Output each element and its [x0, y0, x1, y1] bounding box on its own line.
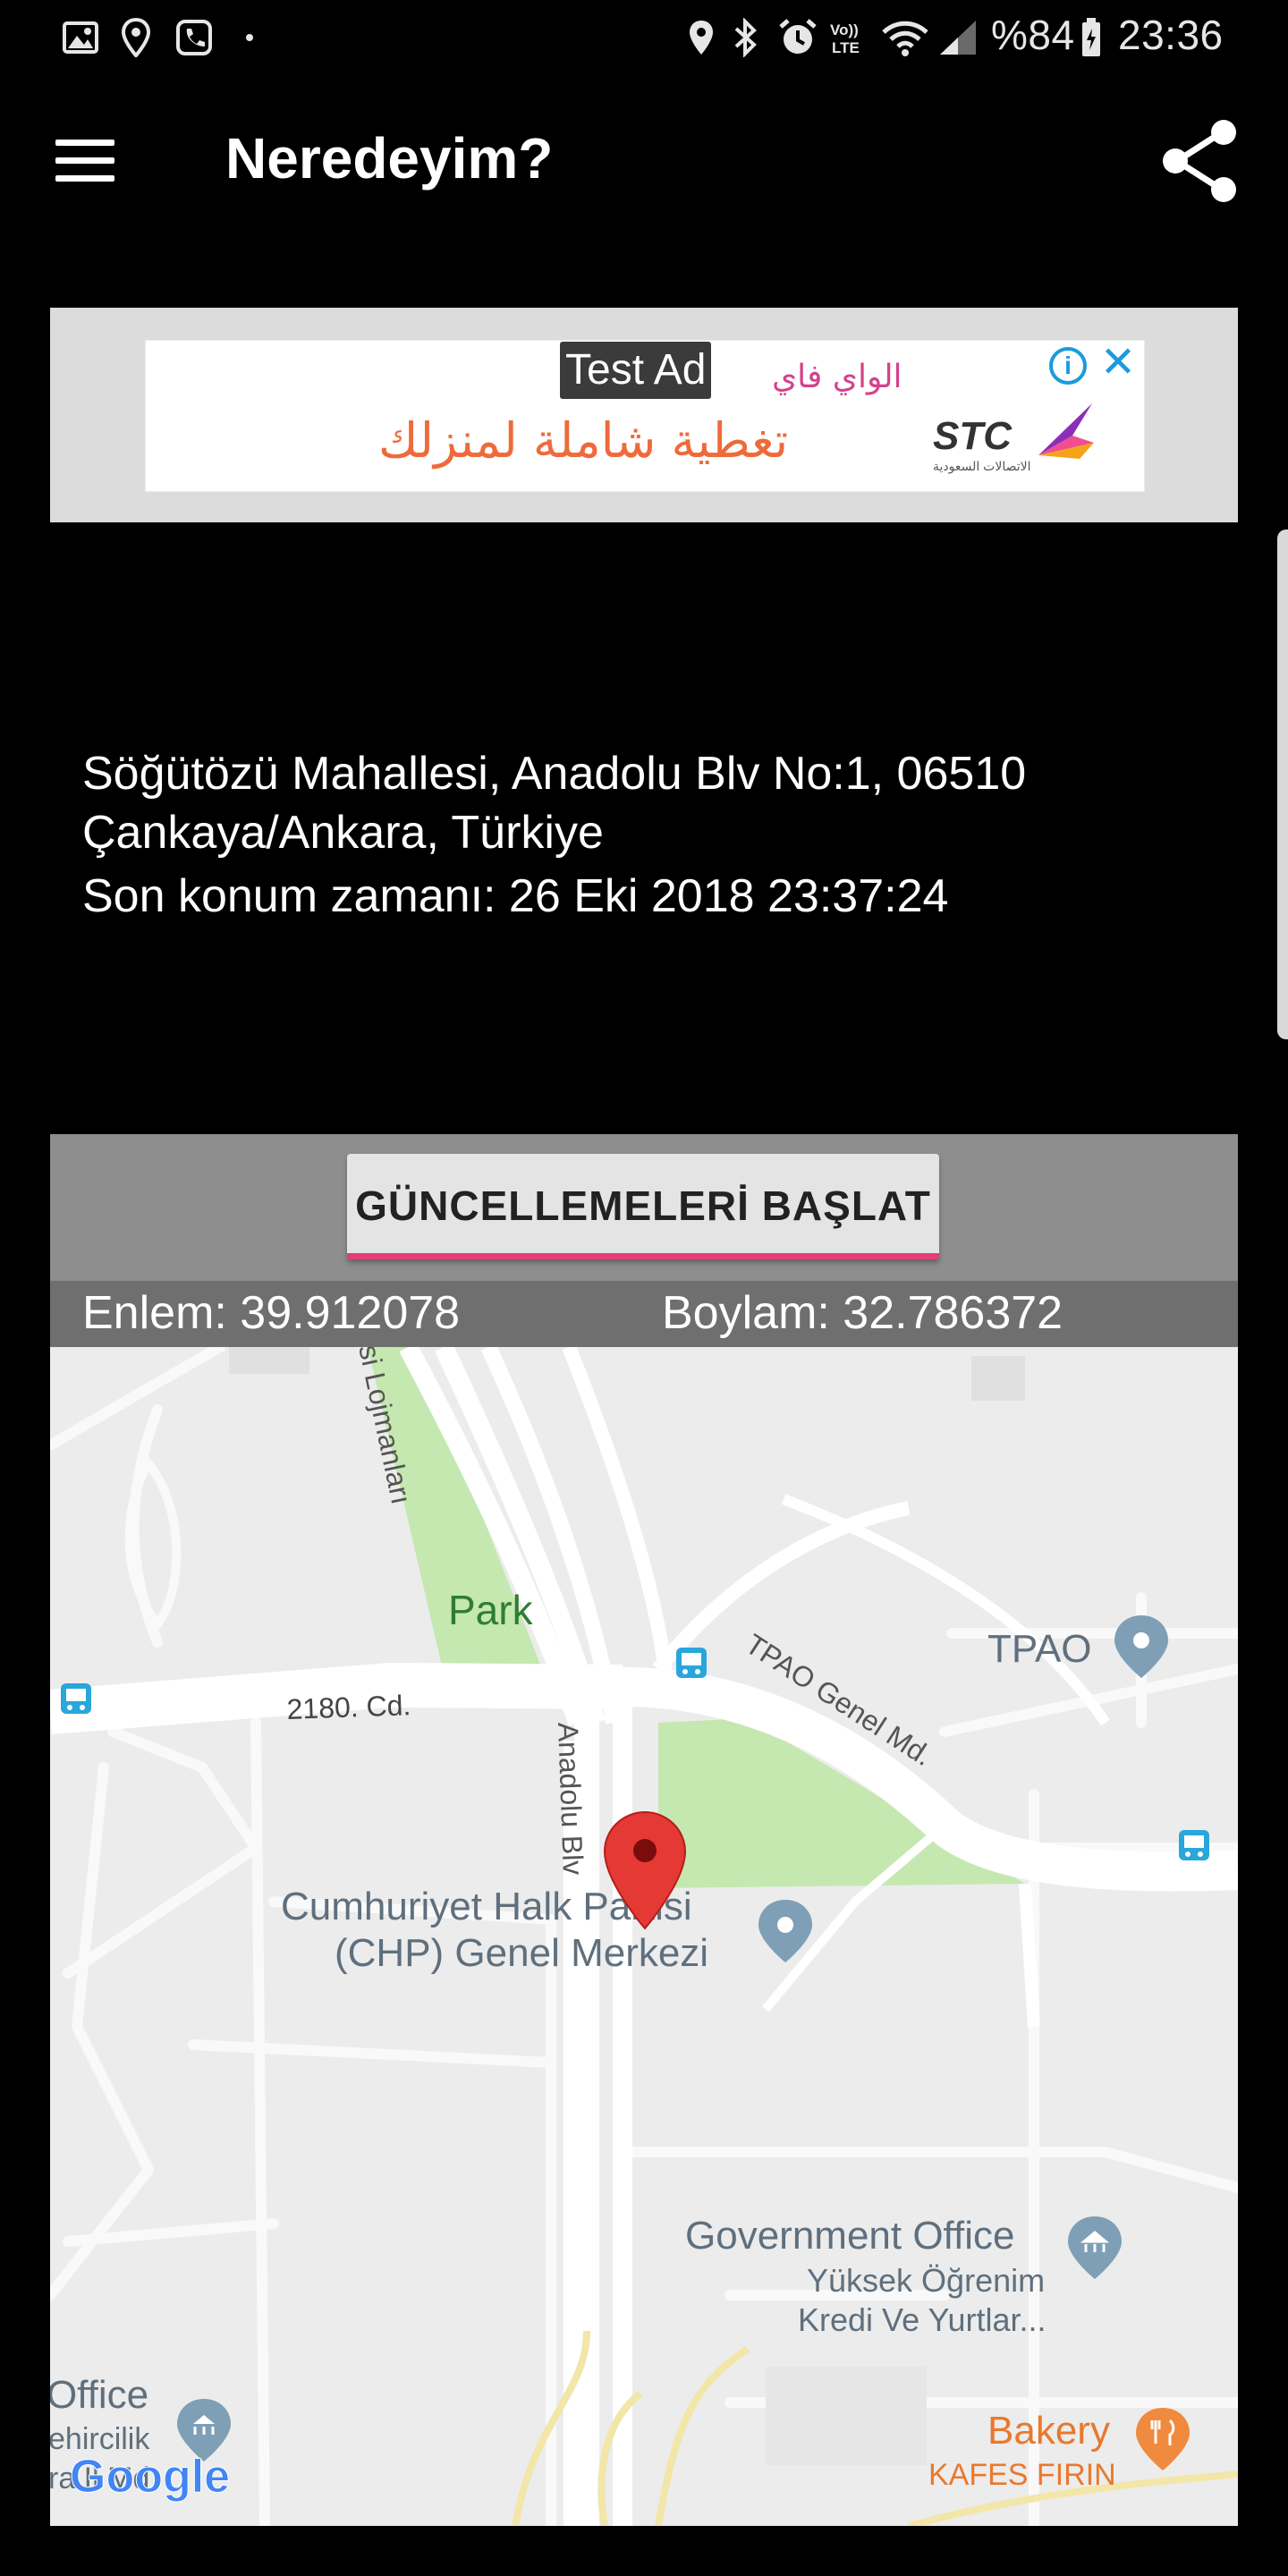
bus-stop-icon	[676, 1648, 707, 1678]
coordinates-bar: Enlem: 39.912078 Boylam: 32.786372	[50, 1281, 1238, 1347]
svg-text:Vo)): Vo))	[830, 21, 859, 38]
battery-percent: %84	[991, 12, 1075, 58]
edge-panel-handle[interactable]	[1277, 530, 1288, 1039]
ad-text-main: تغطية شاملة لمنزلك	[378, 412, 789, 469]
map-label-government-office: Government Office	[685, 2214, 1014, 2258]
share-icon[interactable]	[1159, 118, 1241, 204]
close-icon[interactable]: ✕	[1098, 342, 1138, 385]
battery-icon	[1079, 18, 1104, 57]
location-pin-icon	[118, 18, 154, 57]
bluetooth-icon	[728, 18, 764, 57]
last-location-time: Son konum zamanı: 26 Eki 2018 23:37:24	[82, 870, 949, 922]
chp-poi-icon[interactable]	[758, 1900, 812, 1962]
clock: 23:36	[1118, 12, 1224, 58]
dot-icon	[243, 18, 256, 57]
map-label-chp-line2: (CHP) Genel Merkezi	[335, 1931, 708, 1975]
longitude-label: Boylam: 32.786372	[662, 1287, 1063, 1339]
location-panel: GÜNCELLEMELERİ BAŞLAT Enlem: 39.912078 B…	[50, 1134, 1238, 2526]
map-label-anadolu-blv: Anadolu Blv	[552, 1722, 589, 1876]
call-icon	[175, 18, 213, 57]
government-poi-icon[interactable]	[1068, 2216, 1122, 2279]
wifi-icon	[880, 18, 930, 57]
start-updates-button[interactable]: GÜNCELLEMELERİ BAŞLAT	[347, 1154, 939, 1259]
location-icon	[683, 18, 719, 57]
map-view[interactable]: Park 2180. Cd. TPAO Genel Md. Anadolu Bl…	[50, 1347, 1238, 2526]
bus-stop-icon	[61, 1683, 91, 1714]
map-label-kafes-firin: KAFES FIRIN	[928, 2458, 1116, 2492]
svg-text:LTE: LTE	[832, 39, 860, 56]
hamburger-menu-icon[interactable]	[55, 134, 118, 188]
map-label-2180-cd: 2180. Cd.	[286, 1689, 411, 1725]
signal-icon	[937, 18, 979, 57]
info-icon[interactable]: i	[1049, 347, 1087, 385]
map-label-tpao: TPAO	[987, 1627, 1092, 1671]
map-label-yuksek-line1: Yüksek Öğrenim	[807, 2262, 1045, 2299]
map-label-office: Office	[50, 2373, 148, 2417]
bakery-poi-icon[interactable]	[1136, 2408, 1190, 2470]
map-label-yuksek-line2: Kredi Ve Yurtlar...	[798, 2301, 1046, 2338]
ad-brand-subtitle: الاتصالات السعودية	[933, 459, 1031, 473]
latitude-label: Enlem: 39.912078	[82, 1287, 461, 1339]
map-label-bakery: Bakery	[987, 2409, 1110, 2453]
status-bar: Vo)) LTE %84 23:36	[0, 0, 1288, 75]
google-logo: Google	[70, 2451, 230, 2503]
bus-stop-icon	[1179, 1830, 1209, 1860]
volte-icon: Vo)) LTE	[828, 18, 868, 57]
ad-banner[interactable]: الواي فاي تغطية شاملة لمنزلك STC الاتصال…	[50, 308, 1238, 522]
ad-text-top: الواي فاي	[772, 359, 902, 395]
app-bar: Neredeyim?	[0, 98, 1288, 224]
image-icon	[61, 18, 100, 57]
ad-brand-logo: STC	[933, 414, 1012, 458]
address-text: Söğütözü Mahallesi, Anadolu Blv No:1, 06…	[82, 748, 1027, 859]
page-title: Neredeyim?	[225, 126, 554, 191]
map-label-park: Park	[448, 1587, 534, 1633]
tpao-poi-icon[interactable]	[1114, 1615, 1168, 1678]
ad-brand-swoosh-icon	[1038, 403, 1094, 459]
test-ad-label: Test Ad	[560, 342, 712, 399]
alarm-icon	[776, 18, 819, 57]
